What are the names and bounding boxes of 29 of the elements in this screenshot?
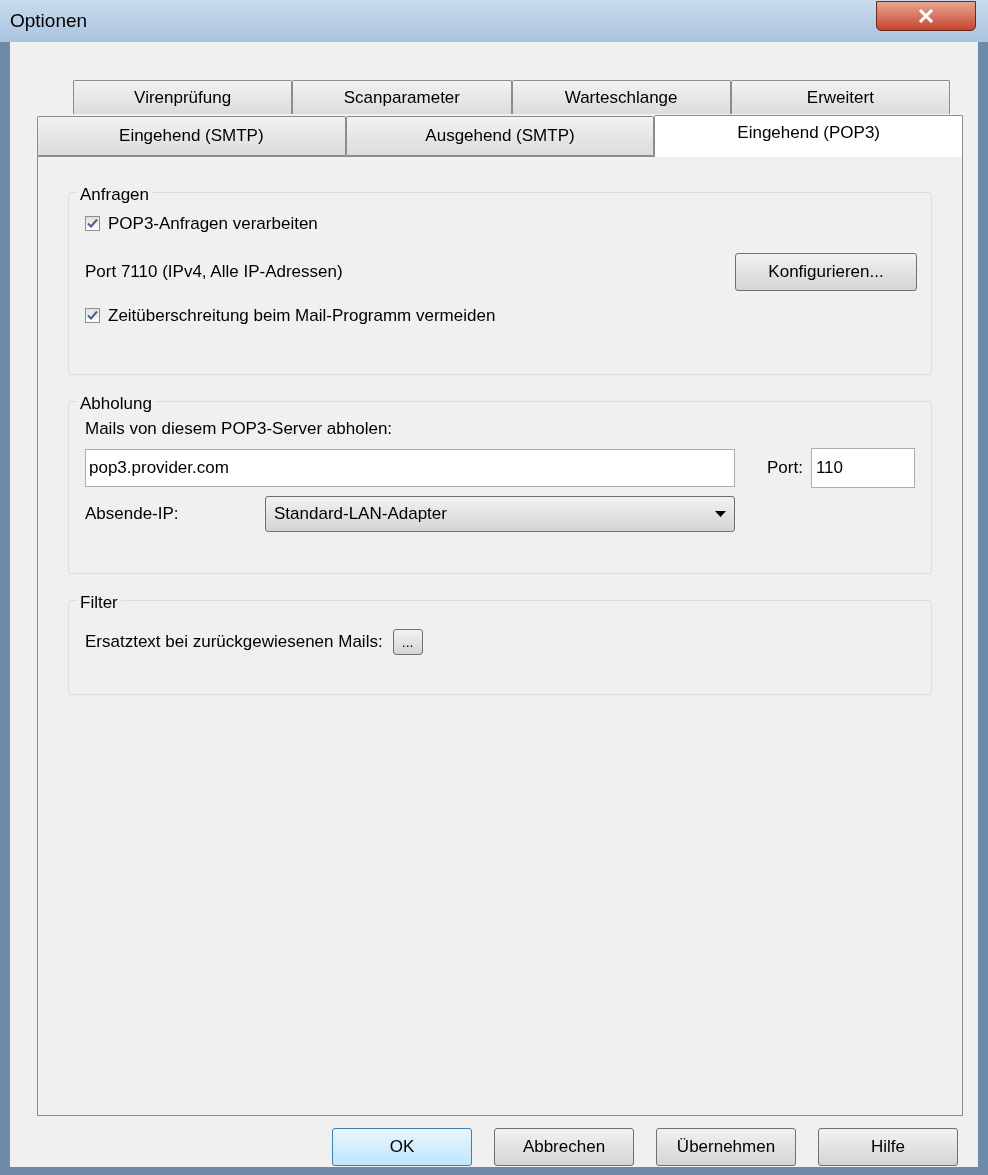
dialog-button[interactable]: OK [332, 1128, 472, 1166]
dropdown-arrow-icon [715, 510, 726, 517]
replacement-label: Ersatztext bei zurückgewiesenen Mails: [85, 631, 383, 654]
close-button[interactable] [876, 1, 976, 31]
close-icon [918, 9, 934, 23]
dialog-button[interactable]: Abbrechen [494, 1128, 634, 1166]
checkbox[interactable] [85, 216, 100, 232]
tab[interactable]: Erweitert [730, 80, 950, 114]
checkbox[interactable] [85, 307, 100, 323]
window-title: Optionen [10, 8, 88, 33]
ip-dropdown[interactable]: Standard-LAN-Adapter [265, 495, 735, 532]
tab[interactable]: Warteschlange [511, 80, 731, 114]
port-info: Port 7110 (IPv4, Alle IP-Adressen) [85, 260, 343, 283]
ip-label: Absende-IP: [85, 502, 180, 525]
port-field[interactable]: 110 [810, 447, 915, 488]
checkbox-label: POP3-Anfragen verarbeiten [108, 213, 318, 235]
configure-button[interactable]: Konfigurieren... [735, 252, 917, 291]
browse-button[interactable]: ... [392, 629, 423, 655]
tab[interactable]: Eingehend (POP3) [654, 115, 963, 157]
checkbox-label: Zeitüberschreitung beim Mail-Programm vermeiden [108, 304, 496, 327]
server-label: Mails von diesem POP3-Server abholen: [85, 418, 394, 440]
dialog-button[interactable]: Übernehmen [656, 1128, 796, 1166]
dialog-button[interactable]: Hilfe [818, 1128, 958, 1166]
tab[interactable]: Virenprüfung [73, 80, 293, 114]
port-label: Port: [767, 456, 803, 479]
tab[interactable]: Ausgehend (SMTP) [345, 116, 655, 156]
tab[interactable]: Eingehend (SMTP) [37, 116, 346, 156]
server-field[interactable]: pop3.provider.com [85, 448, 735, 487]
tab[interactable]: Scanparameter [292, 80, 512, 114]
